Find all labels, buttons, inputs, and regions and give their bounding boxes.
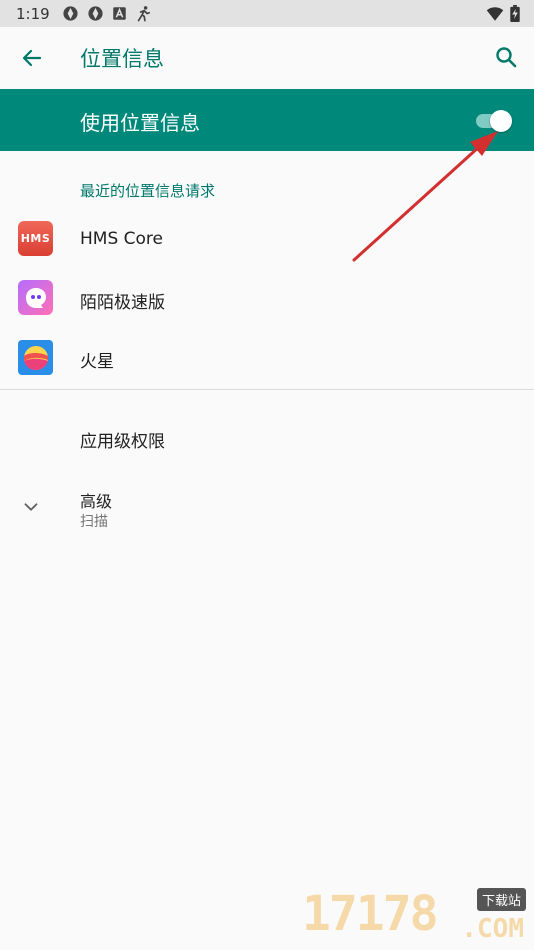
- momo-face-icon: [25, 287, 46, 308]
- watermark-badge: 下载站: [476, 888, 526, 911]
- location-switch-label: 使用位置信息: [80, 111, 200, 135]
- app-bar: 位置信息: [0, 27, 534, 90]
- watermark-digits: 17178: [302, 886, 438, 942]
- recent-requests-header: 最近的位置信息请求: [80, 182, 216, 200]
- aperture-icon: [88, 6, 103, 21]
- app-row-hms-core[interactable]: HMS HMS Core: [0, 210, 534, 270]
- momo-app-icon: [18, 280, 53, 315]
- search-icon[interactable]: [494, 45, 518, 69]
- aperture-icon: [63, 6, 78, 21]
- location-master-switch-bar[interactable]: 使用位置信息: [0, 89, 534, 151]
- watermark-logo: 17178 下载站 .COM: [302, 886, 528, 948]
- arrow-left-icon[interactable]: [20, 46, 44, 70]
- status-bar: 1:19: [0, 0, 534, 27]
- app-name: HMS Core: [80, 229, 163, 249]
- toggle-thumb: [490, 110, 512, 132]
- app-row-huoxing[interactable]: 火星: [0, 328, 534, 388]
- advanced-title: 高级: [80, 492, 113, 511]
- battery-charging-icon: [510, 5, 520, 22]
- section-divider: [0, 389, 534, 390]
- planet-icon: [23, 345, 48, 370]
- wifi-icon: [486, 6, 504, 21]
- app-name: 陌陌极速版: [80, 293, 165, 313]
- advanced-section[interactable]: 高级 扫描: [0, 480, 534, 540]
- page-title: 位置信息: [80, 47, 164, 71]
- app-permissions-item[interactable]: 应用级权限: [80, 427, 165, 452]
- hms-icon-text: HMS: [20, 232, 51, 245]
- status-time: 1:19: [16, 4, 50, 23]
- status-system-icons: [486, 5, 520, 22]
- app-name: 火星: [80, 352, 114, 372]
- hms-core-icon: HMS: [18, 221, 53, 256]
- a-icon: [112, 7, 126, 20]
- location-toggle[interactable]: [474, 109, 514, 132]
- runner-icon: [137, 6, 150, 22]
- status-notification-icons: [62, 5, 152, 22]
- chevron-down-icon[interactable]: [20, 496, 42, 518]
- advanced-subtitle: 扫描: [80, 514, 108, 530]
- huoxing-app-icon: [18, 340, 53, 375]
- watermark-domain: .COM: [461, 914, 524, 944]
- app-row-momo[interactable]: 陌陌极速版: [0, 269, 534, 329]
